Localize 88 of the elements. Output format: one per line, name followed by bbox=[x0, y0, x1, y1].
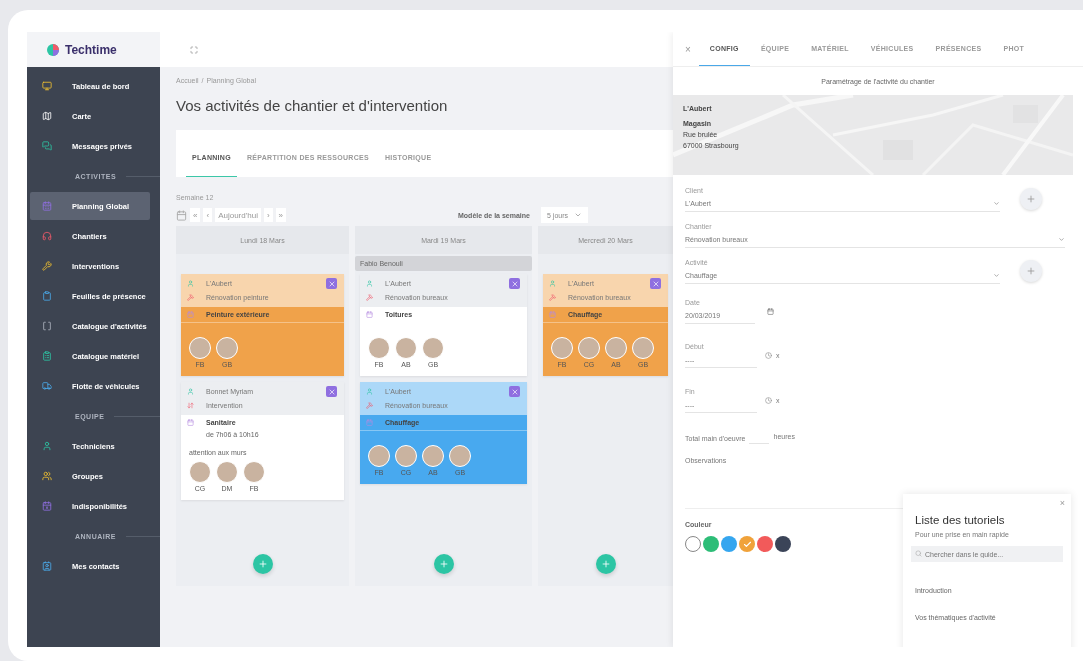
close-button[interactable] bbox=[326, 278, 337, 289]
hammer-icon bbox=[366, 294, 373, 301]
users-icon bbox=[42, 471, 52, 481]
chevron-down-icon bbox=[1058, 236, 1065, 243]
chevron-down-icon bbox=[993, 272, 1000, 279]
avatar bbox=[216, 461, 238, 483]
clipboard-icon bbox=[42, 291, 52, 301]
next-button[interactable]: › bbox=[263, 208, 273, 222]
close-button[interactable] bbox=[650, 278, 661, 289]
calendar-icon bbox=[366, 419, 373, 426]
color-swatch[interactable] bbox=[703, 536, 719, 552]
plus-icon bbox=[1026, 266, 1036, 276]
today-button[interactable]: Aujourd'hui bbox=[215, 208, 261, 222]
add-button[interactable] bbox=[1020, 260, 1042, 282]
user-icon bbox=[549, 280, 556, 287]
popup-title: Liste des tutoriels bbox=[915, 514, 1006, 526]
plus-icon bbox=[1026, 194, 1036, 204]
add-button[interactable] bbox=[252, 554, 273, 574]
user-icon bbox=[366, 280, 373, 287]
user-icon bbox=[187, 388, 194, 395]
add-button[interactable] bbox=[1020, 188, 1042, 210]
avatar bbox=[422, 445, 444, 467]
brand-name: Techtime bbox=[65, 42, 117, 57]
chat-icon bbox=[42, 141, 52, 151]
first-button[interactable]: « bbox=[190, 208, 201, 222]
clock-icon bbox=[765, 352, 772, 359]
avatar bbox=[243, 461, 265, 483]
monitor-icon bbox=[42, 81, 52, 91]
calendar-icon bbox=[549, 311, 556, 318]
avatar bbox=[632, 337, 654, 359]
calendar-icon bbox=[187, 419, 194, 426]
brackets-icon bbox=[42, 321, 52, 331]
calendar-icon bbox=[42, 501, 52, 511]
avatar bbox=[189, 337, 211, 359]
headphones-icon bbox=[42, 231, 52, 241]
avatar bbox=[395, 445, 417, 467]
avatar bbox=[368, 337, 390, 359]
contact-icon bbox=[42, 561, 52, 571]
close-button[interactable] bbox=[509, 386, 520, 397]
clipboard-list-icon bbox=[42, 351, 52, 361]
fullscreen-icon[interactable] bbox=[190, 45, 198, 54]
previous-button[interactable]: ‹ bbox=[203, 208, 213, 222]
plus-icon bbox=[600, 559, 611, 569]
color-swatch[interactable] bbox=[775, 536, 791, 552]
close-button[interactable] bbox=[509, 278, 520, 289]
calendar-icon[interactable] bbox=[176, 209, 187, 221]
avatar bbox=[605, 337, 627, 359]
avatar bbox=[189, 461, 211, 483]
calendar-icon bbox=[187, 311, 194, 318]
search-icon bbox=[915, 550, 922, 557]
add-button[interactable] bbox=[433, 554, 454, 574]
close-button[interactable]: × bbox=[685, 43, 691, 55]
avatar bbox=[216, 337, 238, 359]
hammer-icon bbox=[187, 294, 194, 301]
color-swatch[interactable] bbox=[757, 536, 773, 552]
avatar bbox=[395, 337, 417, 359]
calendar-icon[interactable] bbox=[767, 307, 774, 315]
logo-icon bbox=[47, 43, 59, 56]
chevron-down-icon bbox=[993, 200, 1000, 207]
last-button[interactable]: » bbox=[275, 208, 287, 222]
color-swatch[interactable] bbox=[739, 536, 755, 552]
map-icon bbox=[42, 111, 52, 121]
hammer-icon bbox=[366, 402, 373, 409]
clock-icon bbox=[765, 397, 772, 404]
arrows-icon bbox=[187, 402, 194, 409]
check-icon bbox=[742, 539, 752, 549]
close-button[interactable]: × bbox=[1059, 498, 1065, 508]
color-swatch[interactable] bbox=[721, 536, 737, 552]
calendar-icon bbox=[42, 201, 52, 211]
user-icon bbox=[187, 280, 194, 287]
chevron-down-icon bbox=[574, 211, 582, 219]
avatar bbox=[422, 337, 444, 359]
add-button[interactable] bbox=[595, 554, 616, 574]
avatar bbox=[368, 445, 390, 467]
user-icon bbox=[366, 388, 373, 395]
plus-icon bbox=[438, 559, 449, 569]
plus-icon bbox=[257, 559, 268, 569]
avatar bbox=[578, 337, 600, 359]
user-icon bbox=[42, 441, 52, 451]
avatar bbox=[449, 445, 471, 467]
wrench-icon bbox=[42, 261, 52, 271]
close-button[interactable] bbox=[326, 386, 337, 397]
hammer-icon bbox=[549, 294, 556, 301]
calendar-icon bbox=[366, 311, 373, 318]
avatar bbox=[551, 337, 573, 359]
page-title: Vos activités de chantier et d'intervention bbox=[176, 97, 449, 114]
color-swatch[interactable] bbox=[685, 536, 701, 552]
truck-icon bbox=[42, 381, 52, 391]
